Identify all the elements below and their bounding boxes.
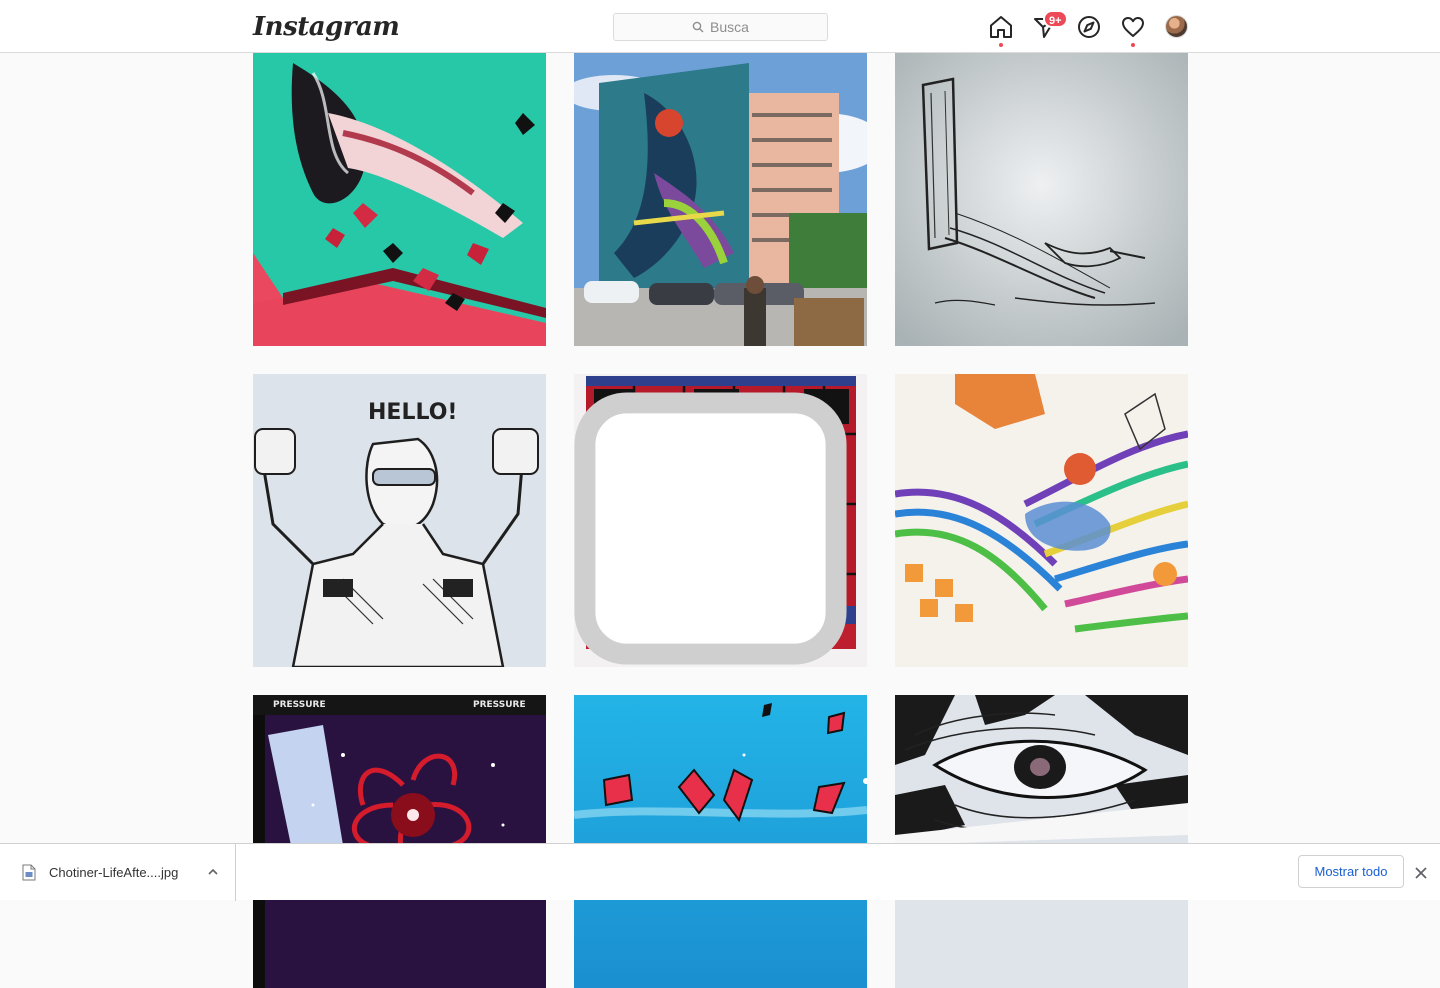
post-thumbnail-4[interactable]: HELLO! [253, 374, 546, 667]
post-image-2 [574, 53, 867, 346]
home-icon [990, 16, 1012, 38]
home-button[interactable] [988, 14, 1014, 40]
post-thumbnail-7[interactable]: PRESSURE PRESSURE [253, 695, 546, 988]
download-shelf: Chotiner-LifeAfte....jpg Mostrar todo [0, 843, 1440, 901]
post-thumbnail-1[interactable] [253, 53, 546, 346]
post-thumbnail-2[interactable] [574, 53, 867, 346]
multiple-images-icon [574, 392, 847, 665]
download-file-name: Chotiner-LifeAfte....jpg [49, 865, 179, 880]
post-image-7: PRESSURE PRESSURE [253, 695, 546, 988]
show-all-downloads-button[interactable]: Mostrar todo [1298, 855, 1404, 888]
chevron-up-icon[interactable] [207, 866, 219, 878]
post-thumbnail-9[interactable] [895, 695, 1188, 988]
heart-icon [1122, 17, 1144, 37]
post-image-8 [574, 695, 867, 988]
post-image-9 [895, 695, 1188, 988]
search-placeholder: Busca [710, 19, 749, 35]
activity-button[interactable] [1120, 14, 1146, 40]
post-thumbnail-8[interactable] [574, 695, 867, 988]
post-image-1 [253, 53, 546, 346]
explore-icon [1078, 16, 1100, 38]
home-indicator-dot [999, 43, 1003, 47]
explore-button[interactable] [1076, 14, 1102, 40]
post-image-3 [895, 53, 1188, 346]
post-thumbnail-6[interactable] [895, 374, 1188, 667]
notification-badge: 9+ [1043, 10, 1068, 28]
post-7-text-right: PRESSURE [473, 700, 526, 710]
post-7-text-left: PRESSURE [273, 700, 326, 710]
search-input[interactable]: Busca [613, 13, 828, 41]
close-icon[interactable] [1414, 866, 1428, 880]
post-4-hello-text: HELLO! [368, 400, 457, 425]
image-file-icon [22, 864, 36, 881]
activity-indicator-dot [1131, 43, 1135, 47]
post-thumbnail-5[interactable] [574, 374, 867, 667]
post-image-6 [895, 374, 1188, 667]
search-icon [692, 21, 704, 33]
post-image-4: HELLO! [253, 374, 546, 667]
download-item[interactable]: Chotiner-LifeAfte....jpg [12, 844, 236, 901]
instagram-logo[interactable]: Instagram [253, 9, 400, 45]
profile-avatar[interactable] [1165, 15, 1188, 38]
post-thumbnail-3[interactable] [895, 53, 1188, 346]
top-nav-bar: Instagram Busca 9+ [0, 0, 1440, 53]
